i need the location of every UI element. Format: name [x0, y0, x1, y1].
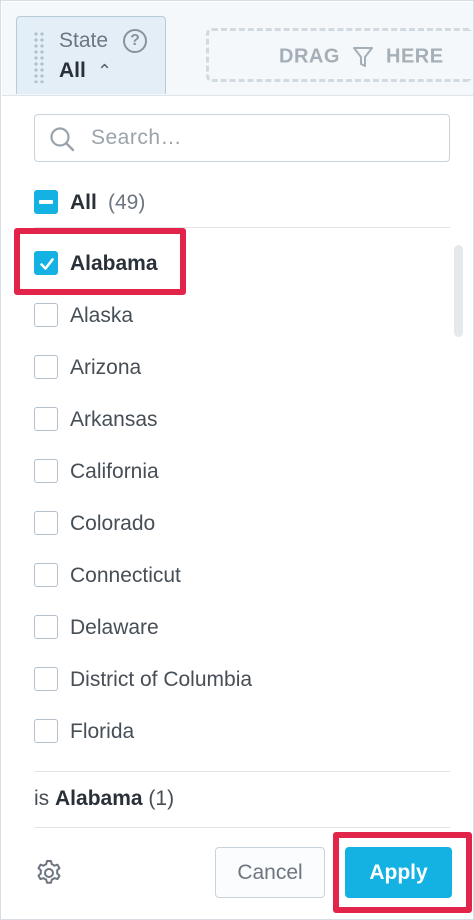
list-item-label: Arizona: [70, 356, 142, 379]
list-item-label: District of Columbia: [70, 668, 253, 691]
attribute-filter-dropdown: State ? All ⌃ DRAG HERE All (49): [0, 0, 474, 920]
funnel-icon: [352, 47, 373, 67]
list-scrollbar[interactable]: [454, 245, 463, 337]
checkbox-alaska[interactable]: [34, 303, 58, 327]
list-item-delaware[interactable]: Delaware: [34, 607, 434, 647]
apply-button[interactable]: Apply: [345, 847, 452, 898]
drag-handle-icon[interactable]: [33, 31, 45, 83]
drag-drop-zone[interactable]: DRAG HERE: [206, 28, 471, 82]
select-all-count: (49): [108, 191, 146, 214]
list-item-connecticut[interactable]: Connecticut: [34, 555, 434, 595]
search-field[interactable]: [34, 114, 450, 162]
list-item-label: Florida: [70, 720, 135, 743]
list-item-alaska[interactable]: Alaska: [34, 295, 434, 335]
summary-divider: [34, 827, 450, 828]
checkbox-colorado[interactable]: [34, 511, 58, 535]
list-item-label: Alaska: [70, 304, 134, 327]
select-all-label: All: [70, 191, 97, 214]
chevron-up-icon: ⌃: [97, 61, 113, 81]
annotation-highlight-alabama: [14, 228, 186, 295]
list-item-district-of-columbia[interactable]: District of Columbia: [34, 659, 434, 699]
list-item-label: Delaware: [70, 616, 159, 639]
drop-zone-text-here: HERE: [386, 45, 444, 68]
list-item-florida[interactable]: Florida: [34, 711, 434, 751]
cancel-button[interactable]: Cancel: [215, 847, 325, 898]
checkbox-district-of-columbia[interactable]: [34, 667, 58, 691]
list-item-label: Arkansas: [70, 408, 158, 431]
filter-bar: State ? All ⌃ DRAG HERE: [2, 2, 473, 96]
list-item-arizona[interactable]: Arizona: [34, 347, 434, 387]
summary-prefix: is: [34, 787, 50, 810]
list-item-label: Connecticut: [70, 564, 181, 587]
checkbox-california[interactable]: [34, 459, 58, 483]
filter-selected-value: All: [59, 59, 86, 82]
selection-summary: is Alabama (1): [34, 787, 174, 811]
list-divider-bottom: [34, 771, 450, 772]
checkbox-arkansas[interactable]: [34, 407, 58, 431]
checkbox-delaware[interactable]: [34, 615, 58, 639]
checkbox-connecticut[interactable]: [34, 563, 58, 587]
select-all-checkbox[interactable]: [34, 190, 58, 214]
help-icon[interactable]: ?: [123, 29, 147, 53]
summary-value: Alabama: [55, 787, 143, 810]
state-list[interactable]: Alabama Alaska Arizona Arkansas Californ…: [1, 237, 451, 757]
search-input[interactable]: [91, 117, 431, 159]
filter-attribute-label: State: [59, 29, 109, 52]
checkbox-florida[interactable]: [34, 719, 58, 743]
list-item-colorado[interactable]: Colorado: [34, 503, 434, 543]
list-item-arkansas[interactable]: Arkansas: [34, 399, 434, 439]
gear-icon[interactable]: [34, 858, 64, 888]
search-icon: [50, 127, 75, 152]
checkbox-arizona[interactable]: [34, 355, 58, 379]
drop-zone-text-drag: DRAG: [279, 45, 340, 68]
summary-count: (1): [148, 787, 175, 810]
list-item-label: California: [70, 460, 159, 483]
state-filter-button[interactable]: State ? All ⌃: [16, 16, 166, 94]
list-item-label: Colorado: [70, 512, 156, 535]
list-item-california[interactable]: California: [34, 451, 434, 491]
